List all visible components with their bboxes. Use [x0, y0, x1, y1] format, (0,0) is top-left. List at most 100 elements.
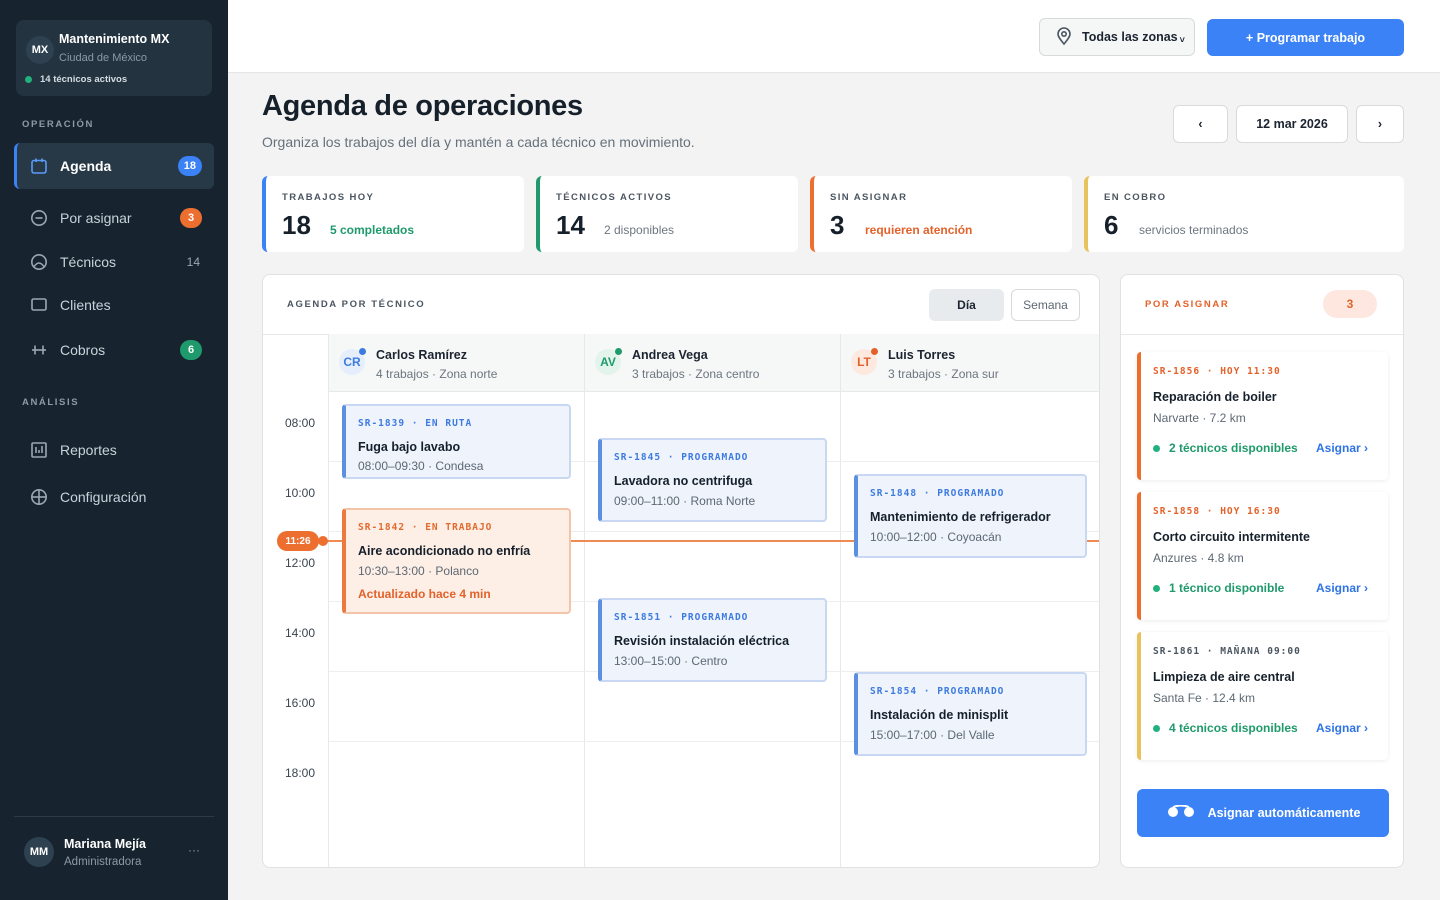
- technician-name: Carlos Ramírez: [376, 348, 468, 362]
- job-card[interactable]: SR-1854 · PROGRAMADO Instalación de mini…: [854, 672, 1087, 756]
- avatar-initials: CR: [343, 355, 361, 369]
- job-meta: 15:00–17:00 · Del Valle: [870, 728, 995, 742]
- job-code: SR-1858 · HOY 16:30: [1153, 506, 1281, 517]
- square-icon: [30, 296, 48, 314]
- job-code: SR-1856 · HOY 11:30: [1153, 366, 1281, 377]
- technician-header[interactable]: LT Luis Torres 3 trabajos · Zona sur: [841, 334, 1099, 392]
- job-card[interactable]: SR-1848 · PROGRAMADO Mantenimiento de re…: [854, 474, 1087, 558]
- available-dot-icon: [1153, 724, 1160, 732]
- chevron-down-icon: ˅: [1179, 35, 1185, 45]
- unassigned-panel: POR ASIGNAR 3 SR-1856 · HOY 11:30 Repara…: [1120, 274, 1404, 868]
- stat-detail: 2 disponibles: [604, 223, 675, 237]
- job-meta: 13:00–15:00 · Centro: [614, 654, 728, 668]
- stat-detail: 5 completados: [330, 223, 415, 237]
- sidebar-item-reportes[interactable]: Reportes: [14, 427, 214, 473]
- sidebar-item-label: Técnicos: [60, 254, 117, 270]
- view-week-button[interactable]: Semana: [1011, 289, 1080, 321]
- assign-link[interactable]: Asignar ›: [1316, 581, 1368, 595]
- status-dot-icon: [359, 348, 366, 355]
- cobros-count-badge: 6: [180, 340, 202, 360]
- technician-header[interactable]: CR Carlos Ramírez 4 trabajos · Zona nort…: [329, 334, 585, 392]
- more-options-icon[interactable]: ···: [188, 843, 200, 857]
- user-profile[interactable]: MM Mariana Mejía Administradora ···: [14, 816, 214, 900]
- job-card[interactable]: SR-1845 · PROGRAMADO Lavadora no centrif…: [598, 438, 827, 522]
- cobros-icon: [30, 341, 48, 359]
- stat-value: 14: [556, 210, 585, 240]
- previous-day-button[interactable]: ‹: [1173, 105, 1228, 143]
- available-techs-label: 2 técnicos disponibles: [1169, 441, 1298, 455]
- online-dot-icon: [25, 76, 32, 83]
- stat-value: 3: [830, 210, 845, 240]
- job-meta: 09:00–11:00 · Roma Norte: [614, 494, 756, 508]
- job-meta: Santa Fe · 12.4 km: [1153, 691, 1256, 705]
- job-meta: Narvarte · 7.2 km: [1153, 411, 1246, 425]
- stat-card-en-cobro: EN COBRO 6 servicios terminados: [1084, 176, 1404, 252]
- sidebar-item-tecnicos[interactable]: Técnicos 14: [14, 239, 214, 285]
- por-asignar-count-badge: 3: [180, 208, 202, 228]
- job-title: Reparación de boiler: [1153, 390, 1277, 404]
- zone-filter-label: Todas las zonas: [1082, 30, 1178, 44]
- view-day-button[interactable]: Día: [929, 289, 1004, 321]
- assign-link[interactable]: Asignar ›: [1316, 721, 1368, 735]
- status-dot-icon: [615, 348, 622, 355]
- job-card[interactable]: SR-1839 · EN RUTA Fuga bajo lavabo 08:00…: [342, 404, 571, 479]
- stat-detail: servicios terminados: [1139, 223, 1249, 237]
- job-title: Mantenimiento de refrigerador: [870, 510, 1051, 524]
- technician-header[interactable]: AV Andrea Vega 3 trabajos · Zona centro: [585, 334, 841, 392]
- avatar-initials: LT: [857, 355, 871, 369]
- schedule-title: AGENDA POR TÉCNICO: [287, 299, 426, 310]
- job-card[interactable]: SR-1842 · EN TRABAJO Aire acondicionado …: [342, 508, 571, 614]
- sidebar-item-configuracion[interactable]: Configuración: [14, 474, 214, 520]
- unassigned-title: POR ASIGNAR: [1145, 299, 1230, 310]
- sidebar-item-clientes[interactable]: Clientes: [14, 282, 214, 328]
- sidebar-item-label: Clientes: [60, 297, 111, 313]
- unassigned-count-badge: 3: [1323, 290, 1377, 318]
- sidebar-item-label: Reportes: [60, 442, 117, 458]
- assign-link[interactable]: Asignar ›: [1316, 441, 1368, 455]
- time-label: 10:00: [285, 486, 316, 500]
- next-day-button[interactable]: ›: [1356, 105, 1404, 143]
- job-code: SR-1851 · PROGRAMADO: [614, 612, 749, 623]
- sidebar-item-por-asignar[interactable]: Por asignar 3: [14, 195, 214, 241]
- stat-value: 6: [1104, 210, 1119, 240]
- avatar-initials: AV: [600, 355, 616, 369]
- technician-info: 4 trabajos · Zona norte: [376, 367, 498, 381]
- schedule-panel: AGENDA POR TÉCNICO Día Semana CR Carlos …: [262, 274, 1100, 868]
- date-picker[interactable]: 12 mar 2026: [1236, 105, 1348, 143]
- stat-label: TRABAJOS HOY: [282, 192, 375, 203]
- unassigned-job-card[interactable]: SR-1858 · HOY 16:30 Corto circuito inter…: [1137, 492, 1388, 620]
- available-techs-label: 4 técnicos disponibles: [1169, 721, 1298, 735]
- time-label: 14:00: [285, 626, 316, 640]
- agenda-count-badge: 18: [177, 156, 202, 176]
- auto-assign-icon: [1166, 804, 1196, 822]
- org-switcher[interactable]: MX Mantenimiento MX Ciudad de México 14 …: [16, 20, 212, 96]
- job-code: SR-1842 · EN TRABAJO: [358, 522, 493, 533]
- current-time-dot-icon: [318, 536, 328, 546]
- avatar: CR: [339, 348, 366, 375]
- program-job-button[interactable]: + Programar trabajo: [1207, 19, 1404, 56]
- time-label: 16:00: [285, 696, 316, 710]
- topbar: Todas las zonas ˅ + Programar trabajo: [228, 0, 1440, 73]
- stat-value: 18: [282, 210, 311, 240]
- job-title: Revisión instalación eléctrica: [614, 634, 790, 648]
- zone-filter-dropdown[interactable]: Todas las zonas ˅: [1039, 18, 1195, 56]
- stat-card-sin-asignar: SIN ASIGNAR 3 requieren atención: [810, 176, 1072, 252]
- user-role: Administradora: [64, 856, 142, 868]
- org-logo: MX: [26, 36, 54, 64]
- status-dot-icon: [871, 348, 878, 355]
- sidebar-item-agenda[interactable]: Agenda 18: [14, 143, 214, 189]
- job-code: SR-1848 · PROGRAMADO: [870, 488, 1005, 499]
- current-time-badge: 11:26: [277, 531, 319, 551]
- stat-label: SIN ASIGNAR: [830, 192, 908, 203]
- unassigned-job-card[interactable]: SR-1861 · MAÑANA 09:00 Limpieza de aire …: [1137, 632, 1388, 760]
- auto-assign-button[interactable]: Asignar automáticamente: [1137, 789, 1389, 837]
- job-title: Aire acondicionado no enfría: [358, 544, 531, 558]
- minus-circle-icon: [30, 209, 48, 227]
- sidebar-item-cobros[interactable]: Cobros 6: [14, 327, 214, 373]
- job-meta: 10:30–13:00 · Polanco: [358, 564, 479, 578]
- sidebar-item-label: Por asignar: [60, 210, 132, 226]
- job-card[interactable]: SR-1851 · PROGRAMADO Revisión instalació…: [598, 598, 827, 682]
- technician-info: 3 trabajos · Zona sur: [888, 367, 999, 381]
- unassigned-job-card[interactable]: SR-1856 · HOY 11:30 Reparación de boiler…: [1137, 352, 1388, 480]
- job-title: Lavadora no centrifuga: [614, 474, 753, 488]
